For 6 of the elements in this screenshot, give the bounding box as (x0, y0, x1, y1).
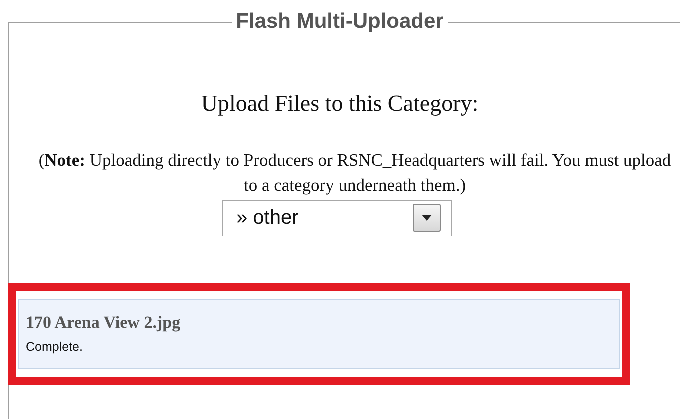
category-select[interactable]: » other (222, 200, 452, 236)
dropdown-caret-icon[interactable] (412, 204, 440, 232)
file-name: 170 Arena View 2.jpg (26, 312, 182, 334)
file-status: Complete. (26, 339, 84, 356)
note-text: (Note: Uploading directly to Producers or RSNC_Headquarters will fail. You must upload to a category underneath them.) (38, 148, 672, 197)
heading: Upload Files to this Category: (201, 90, 479, 118)
